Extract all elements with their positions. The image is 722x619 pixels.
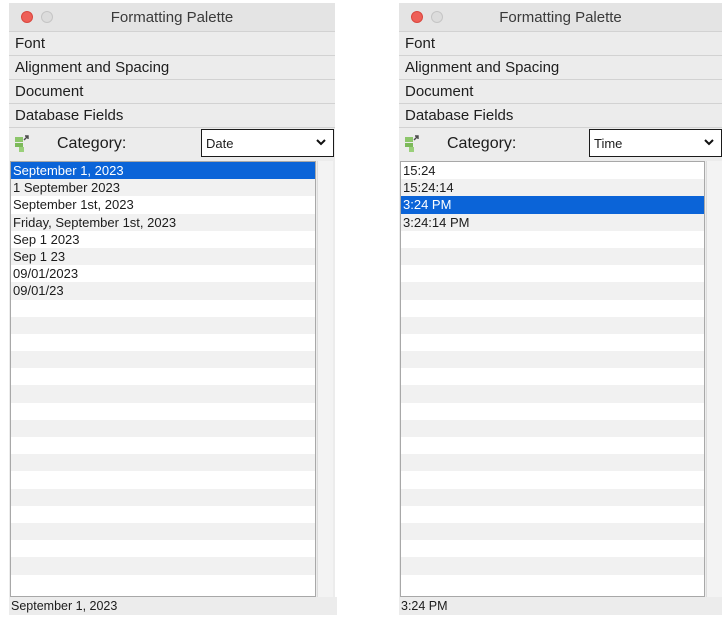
section-alignment-spacing[interactable]: Alignment and Spacing <box>399 55 722 79</box>
chevron-down-icon <box>704 139 714 146</box>
empty-row <box>11 419 315 437</box>
empty-row <box>11 300 315 317</box>
formatting-palette-time: Formatting Palette Font Alignment and Sp… <box>399 3 722 615</box>
format-list-rows: 15:24 15:24:14 3:24 PM 3:24:14 PM <box>401 162 704 592</box>
empty-row <box>401 334 704 351</box>
empty-row <box>401 385 704 403</box>
close-icon[interactable] <box>21 11 33 23</box>
empty-row <box>401 506 704 523</box>
empty-row <box>401 488 704 506</box>
empty-row <box>11 316 315 334</box>
empty-row <box>401 471 704 488</box>
list-item[interactable]: 3:24 PM <box>401 196 704 214</box>
section-database-fields[interactable]: Database Fields <box>9 103 335 127</box>
empty-row <box>11 454 315 472</box>
category-select-value: Date <box>206 135 234 151</box>
empty-row <box>11 540 315 557</box>
empty-row <box>401 437 704 454</box>
title-bar[interactable]: Formatting Palette <box>9 3 335 31</box>
empty-row <box>401 231 704 248</box>
section-database-fields[interactable]: Database Fields <box>399 103 722 127</box>
empty-row <box>11 403 315 420</box>
empty-row <box>401 522 704 541</box>
formatting-palette-date: Formatting Palette Font Alignment and Sp… <box>9 3 337 615</box>
window-controls <box>21 11 53 23</box>
empty-row <box>401 557 704 575</box>
category-row: Category: Date <box>9 127 335 159</box>
section-alignment-spacing[interactable]: Alignment and Spacing <box>9 55 335 79</box>
empty-row <box>401 247 704 266</box>
list-item[interactable]: 3:24:14 PM <box>401 213 704 231</box>
list-item[interactable]: 15:24 <box>401 162 704 179</box>
empty-row <box>401 282 704 300</box>
empty-row <box>11 351 315 369</box>
section-document[interactable]: Document <box>9 79 335 103</box>
list-item[interactable]: Sep 1 23 <box>11 247 315 266</box>
list-item[interactable]: 15:24:14 <box>401 179 704 197</box>
list-item[interactable]: 09/01/23 <box>11 282 315 300</box>
close-icon[interactable] <box>411 11 423 23</box>
empty-row <box>11 522 315 541</box>
preview-status: September 1, 2023 <box>9 597 337 615</box>
list-item[interactable]: September 1st, 2023 <box>11 196 315 213</box>
section-font[interactable]: Font <box>399 31 722 55</box>
list-item[interactable]: 1 September 2023 <box>11 179 315 197</box>
empty-row <box>401 419 704 437</box>
empty-row <box>11 506 315 523</box>
format-list-rows: September 1, 2023 1 September 2023 Septemb… <box>11 162 315 592</box>
empty-row <box>401 403 704 420</box>
empty-row <box>401 300 704 317</box>
insert-field-icon[interactable] <box>11 133 33 155</box>
empty-row <box>11 334 315 351</box>
title-bar[interactable]: Formatting Palette <box>399 3 722 31</box>
list-item[interactable]: Friday, September 1st, 2023 <box>11 213 315 231</box>
empty-row <box>11 385 315 403</box>
list-item[interactable]: 09/01/2023 <box>11 265 315 282</box>
category-row: Category: Time <box>399 127 722 159</box>
empty-row <box>401 351 704 369</box>
chevron-down-icon <box>316 139 326 146</box>
empty-row <box>11 557 315 575</box>
list-item[interactable]: September 1, 2023 <box>11 162 315 180</box>
insert-field-icon[interactable] <box>401 133 423 155</box>
empty-row <box>401 454 704 472</box>
empty-row <box>11 368 315 385</box>
format-list[interactable]: 15:24 15:24:14 3:24 PM 3:24:14 PM <box>400 161 705 597</box>
window-title: Formatting Palette <box>499 8 622 26</box>
category-select[interactable]: Time <box>589 129 722 157</box>
preview-status: 3:24 PM <box>399 597 722 615</box>
empty-row <box>11 488 315 506</box>
section-font[interactable]: Font <box>9 31 335 55</box>
empty-row <box>11 471 315 488</box>
empty-row <box>401 316 704 334</box>
window-title: Formatting Palette <box>110 8 234 26</box>
minimize-icon[interactable] <box>431 11 443 23</box>
category-select[interactable]: Date <box>201 129 334 157</box>
category-label: Category: <box>57 134 127 152</box>
scrollbar[interactable] <box>317 161 333 597</box>
window-controls <box>411 11 443 23</box>
category-select-value: Time <box>594 135 623 151</box>
category-label: Category: <box>447 134 517 152</box>
empty-row <box>401 540 704 557</box>
list-item[interactable]: Sep 1 2023 <box>11 231 315 248</box>
scrollbar[interactable] <box>706 161 722 597</box>
empty-row <box>401 368 704 385</box>
empty-row <box>11 437 315 454</box>
empty-row <box>401 265 704 282</box>
format-list[interactable]: September 1, 2023 1 September 2023 Septemb… <box>10 161 316 597</box>
empty-row <box>11 575 315 592</box>
empty-row <box>401 575 704 592</box>
section-document[interactable]: Document <box>399 79 722 103</box>
minimize-icon[interactable] <box>41 11 53 23</box>
